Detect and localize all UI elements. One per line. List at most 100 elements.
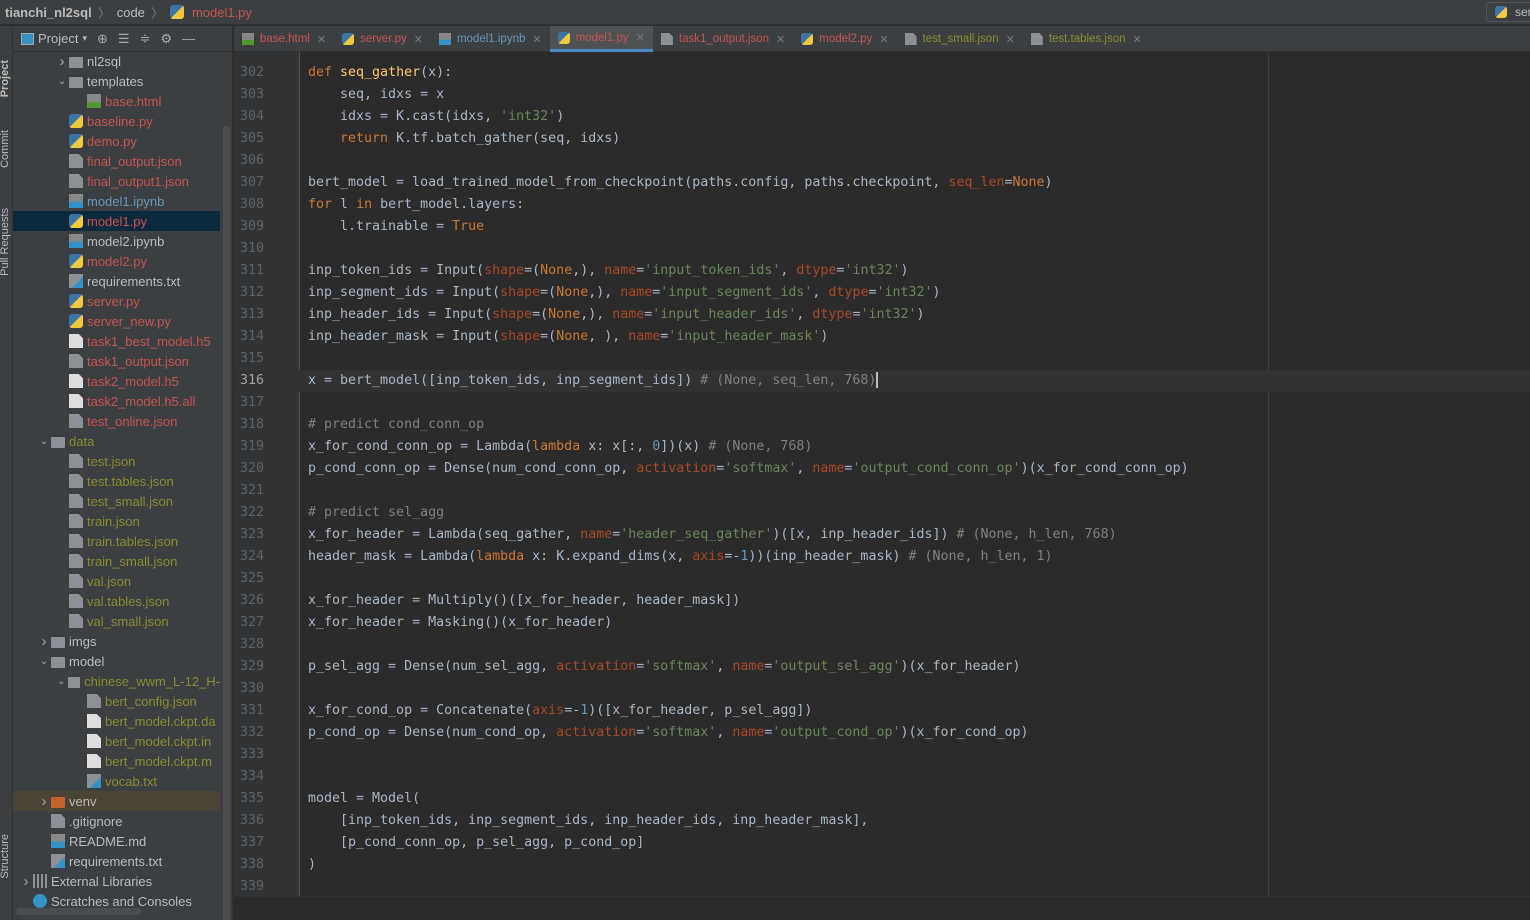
tree-item[interactable]: ⌄ model: [13, 651, 220, 671]
tab-test-small-json[interactable]: test_small.json ✕: [897, 26, 1023, 52]
close-icon[interactable]: ✕: [776, 33, 785, 46]
locate-icon[interactable]: ⊕: [97, 31, 108, 47]
tree-item[interactable]: .gitignore: [13, 811, 220, 831]
tree-item[interactable]: requirements.txt: [13, 271, 220, 291]
breadcrumb-file[interactable]: model1.py: [192, 5, 252, 20]
code-line: 320 p_cond_conn_op = Dense(num_cond_conn_…: [234, 458, 1530, 480]
breadcrumb-project[interactable]: tianchi_nl2sql: [5, 5, 92, 20]
close-icon[interactable]: ✕: [1133, 33, 1142, 46]
hide-icon[interactable]: —: [182, 31, 195, 46]
tree-item[interactable]: baseline.py: [13, 111, 220, 131]
tool-window-commit[interactable]: Commit: [0, 130, 11, 168]
expand-all-icon[interactable]: ☰: [118, 31, 130, 47]
tree-item-label: .gitignore: [69, 813, 123, 829]
tree-item[interactable]: model2.py: [13, 251, 220, 271]
code-token: )([x, inp_header_ids]): [772, 527, 957, 542]
code-token: x: x[:,: [580, 439, 653, 454]
tree-horizontal-scrollbar[interactable]: [16, 908, 141, 915]
tree-item[interactable]: bert_model.ckpt.m: [13, 751, 220, 771]
json-icon: [69, 614, 83, 628]
run-configuration-dropdown[interactable]: ser: [1486, 2, 1530, 22]
chevron-right-icon[interactable]: ›: [55, 53, 69, 70]
chevron-down-icon[interactable]: ⌄: [37, 436, 51, 447]
tree-item[interactable]: val.json: [13, 571, 220, 591]
chevron-right-icon[interactable]: ›: [19, 873, 33, 890]
tree-vertical-scrollbar[interactable]: [223, 126, 230, 920]
tree-item[interactable]: model1.py: [13, 211, 220, 231]
gear-icon[interactable]: ⚙: [160, 31, 172, 47]
tree-item[interactable]: ⌄ data: [13, 431, 220, 451]
tree-item[interactable]: README.md: [13, 831, 220, 851]
code-text: inp_segment_ids = Input(shape=(None,), n…: [308, 282, 941, 304]
code-text: x_for_header = Multiply()([x_for_header,…: [308, 590, 740, 612]
tool-window-structure[interactable]: Structure: [0, 834, 11, 879]
tree-item[interactable]: requirements.txt: [13, 851, 220, 871]
tree-item-label: task2_model.h5.all: [87, 393, 196, 409]
close-icon[interactable]: ✕: [1006, 33, 1015, 46]
project-view-dropdown[interactable]: Project ▾: [21, 31, 87, 46]
tree-item[interactable]: test_online.json: [13, 411, 220, 431]
tab-task1-output-json[interactable]: task1_output.json ✕: [653, 26, 793, 52]
tab-model2-py[interactable]: model2.py ✕: [793, 26, 896, 52]
tree-item[interactable]: test.tables.json: [13, 471, 220, 491]
tree-item[interactable]: task1_best_model.h5: [13, 331, 220, 351]
tool-window-pull-requests[interactable]: Pull Requests: [0, 208, 11, 276]
tree-item[interactable]: bert_model.ckpt.da: [13, 711, 220, 731]
close-icon[interactable]: ✕: [414, 33, 423, 46]
tree-item[interactable]: val.tables.json: [13, 591, 220, 611]
tree-item[interactable]: test_small.json: [13, 491, 220, 511]
tree-item[interactable]: train.tables.json: [13, 531, 220, 551]
tree-item[interactable]: server.py: [13, 291, 220, 311]
code-token: inp_header_mask = Input(: [308, 329, 501, 344]
tree-item[interactable]: bert_config.json: [13, 691, 220, 711]
tab-test-tables-json[interactable]: test.tables.json ✕: [1023, 26, 1150, 52]
chevron-down-icon[interactable]: ⌄: [55, 676, 68, 687]
code-line: 331 x_for_cond_op = Concatenate(axis=-1)(…: [234, 700, 1530, 722]
tree-item[interactable]: task1_output.json: [13, 351, 220, 371]
tab-model1-py[interactable]: model1.py ✕: [549, 26, 653, 52]
code-line: 335 model = Model(: [234, 788, 1530, 810]
code-token: , ),: [588, 329, 629, 344]
tree-item[interactable]: val_small.json: [13, 611, 220, 631]
tree-item[interactable]: final_output1.json: [13, 171, 220, 191]
tab-server-py[interactable]: server.py ✕: [334, 26, 431, 52]
tab-model1-ipynb[interactable]: model1.ipynb ✕: [431, 26, 550, 52]
tree-item[interactable]: › External Libraries: [13, 871, 220, 891]
tree-item[interactable]: test.json: [13, 451, 220, 471]
chevron-right-icon[interactable]: ›: [37, 633, 51, 650]
chevron-down-icon[interactable]: ⌄: [37, 656, 51, 667]
tree-item[interactable]: base.html: [13, 91, 220, 111]
code-token: (x):: [420, 65, 453, 80]
tree-item[interactable]: train.json: [13, 511, 220, 531]
close-icon[interactable]: ✕: [636, 31, 645, 44]
tree-item-label: model: [69, 653, 105, 669]
tree-item[interactable]: demo.py: [13, 131, 220, 151]
close-icon[interactable]: ✕: [317, 33, 326, 46]
chevron-down-icon[interactable]: ⌄: [55, 76, 69, 87]
tree-item[interactable]: final_output.json: [13, 151, 220, 171]
close-icon[interactable]: ✕: [879, 33, 888, 46]
tree-item[interactable]: bert_model.ckpt.in: [13, 731, 220, 751]
tree-item[interactable]: model1.ipynb: [13, 191, 220, 211]
tree-item[interactable]: model2.ipynb: [13, 231, 220, 251]
tree-item[interactable]: task2_model.h5: [13, 371, 220, 391]
tree-item[interactable]: › venv: [13, 791, 220, 811]
tree-item[interactable]: task2_model.h5.all: [13, 391, 220, 411]
tab-base-html[interactable]: base.html ✕: [234, 26, 334, 52]
breadcrumb-folder[interactable]: code: [117, 5, 145, 20]
code-line: 310: [234, 238, 1530, 260]
line-number: 317: [240, 395, 265, 410]
collapse-all-icon[interactable]: ≑: [140, 31, 151, 47]
tree-item[interactable]: ⌄ chinese_wwm_L-12_H-: [13, 671, 220, 691]
tool-window-project[interactable]: Project: [0, 60, 11, 97]
tree-item[interactable]: train_small.json: [13, 551, 220, 571]
tree-item[interactable]: server_new.py: [13, 311, 220, 331]
code-editor[interactable]: 302 def seq_gather(x): 303 seq, idxs = x 30…: [234, 52, 1530, 920]
tree-item[interactable]: ⌄ templates: [13, 71, 220, 91]
code-token: ,: [812, 285, 829, 300]
close-icon[interactable]: ✕: [532, 33, 541, 46]
chevron-right-icon[interactable]: ›: [37, 793, 51, 810]
tree-item[interactable]: › nl2sql: [13, 51, 220, 71]
tree-item[interactable]: vocab.txt: [13, 771, 220, 791]
tree-item[interactable]: › imgs: [13, 631, 220, 651]
